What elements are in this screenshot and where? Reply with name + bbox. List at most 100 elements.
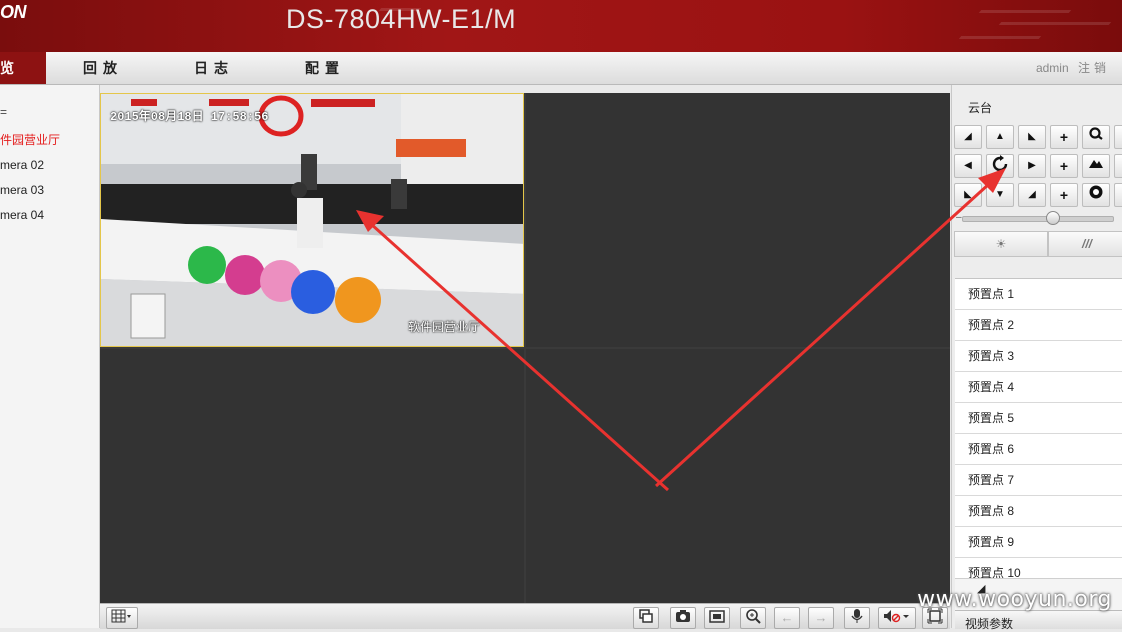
zoom-in-button[interactable]: + [1050, 125, 1078, 149]
arrow-down-right-icon: ◢ [1028, 189, 1036, 200]
ptz-speed-slider[interactable] [962, 216, 1114, 222]
arrow-left-icon: ← [780, 610, 794, 625]
header-decoration [998, 22, 1112, 25]
record-button[interactable] [704, 607, 730, 629]
zoom-in-icon [746, 609, 761, 624]
slider-min-icon: – [956, 212, 962, 223]
watermark-text: www.wooyun.org [917, 587, 1112, 612]
brand-logo: ON [0, 2, 27, 22]
ptz-auto-button[interactable] [986, 154, 1014, 178]
iris-button[interactable] [1082, 183, 1110, 207]
header-decoration [958, 36, 1042, 39]
preset-item-8[interactable]: 预置点 8 [955, 496, 1122, 527]
osd-timestamp: 2015年08月18日 17:58:56 [110, 107, 268, 124]
preset-item-1[interactable]: 预置点 1 [955, 279, 1122, 310]
wiper-icon: /// [1081, 237, 1092, 251]
video-pane-4[interactable] [526, 349, 950, 603]
capture-button[interactable] [670, 607, 696, 629]
arrow-left-icon: ◀ [964, 160, 972, 171]
camera-item-1[interactable]: 件园营业厅 [0, 129, 60, 151]
menu-preview[interactable]: 览 [0, 52, 46, 84]
video-pane-1[interactable]: 2015年08月18日 17:58:56 软件园营业厅 [100, 93, 524, 347]
light-icon: ☀ [995, 237, 1007, 251]
zoom-button[interactable] [740, 607, 766, 629]
light-button[interactable]: ☀ [954, 231, 1048, 257]
ptz-speed-slider-thumb[interactable] [1046, 211, 1060, 225]
film-icon [709, 610, 725, 623]
arrow-down-icon: ▼ [995, 189, 1005, 200]
video-frame [101, 94, 523, 346]
stop-all-button[interactable] [633, 607, 659, 629]
preset-item-6[interactable]: 预置点 6 [955, 434, 1122, 465]
zoom-button-icon[interactable] [1082, 125, 1110, 149]
preset-item-4[interactable]: 预置点 4 [955, 372, 1122, 403]
ptz-left-button[interactable]: ◀ [954, 154, 982, 178]
next-page-button[interactable]: → [808, 607, 834, 629]
preview-toolbar: ← → [100, 603, 950, 629]
ptz-up-left-button[interactable]: ◢ [954, 125, 982, 149]
arrow-down-left-icon: ◣ [964, 189, 972, 200]
iris-open-button[interactable]: + [1050, 183, 1078, 207]
camera-item-3[interactable]: mera 03 [0, 179, 44, 201]
layout-select-button[interactable] [106, 607, 138, 629]
ptz-title: 云台 [968, 101, 993, 115]
camera-item-2[interactable]: mera 02 [0, 154, 44, 176]
preset-item-3[interactable]: 预置点 3 [955, 341, 1122, 372]
ptz-down-button[interactable]: ▼ [986, 183, 1014, 207]
ptz-extra-button[interactable] [1114, 125, 1122, 149]
ptz-panel: 云台 ◢ ▲ ◣ + ◀ ▶ + ◣ ▼ ◢ + – ☀ /// 预置点 1 预… [951, 85, 1122, 631]
ptz-up-button[interactable]: ▲ [986, 125, 1014, 149]
menu-log[interactable]: 日志 [194, 52, 234, 84]
video-pane-3[interactable] [100, 349, 524, 603]
arrow-up-left-icon: ◢ [964, 131, 972, 142]
device-model-title: DS-7804HW-E1/M [286, 4, 517, 34]
ptz-extra-button[interactable] [1114, 183, 1122, 207]
ptz-extra-button[interactable] [1114, 154, 1122, 178]
username: admin [1035, 61, 1069, 75]
preset-item-9[interactable]: 预置点 9 [955, 527, 1122, 558]
preset-item-7[interactable]: 预置点 7 [955, 465, 1122, 496]
multi-window-icon [639, 609, 653, 623]
osd-channel-name: 软件园营业厅 [408, 320, 481, 334]
osd-timestamp-main: 2015年08月18日 17:5 [110, 110, 240, 124]
preset-item-2[interactable]: 预置点 2 [955, 310, 1122, 341]
plus-icon: + [1059, 158, 1069, 174]
audio-button[interactable] [878, 607, 916, 629]
talk-button[interactable] [844, 607, 870, 629]
plus-icon: + [1059, 187, 1069, 203]
video-params-tab[interactable]: 视频参数 [955, 610, 1122, 631]
header-decoration [978, 10, 1072, 13]
iris-icon [1089, 185, 1103, 199]
app-header: ON DS-7804HW-E1/M [0, 0, 1122, 52]
ptz-down-left-button[interactable]: ◣ [954, 183, 982, 207]
ptz-right-button[interactable]: ▶ [1018, 154, 1046, 178]
previous-page-button[interactable]: ← [774, 607, 800, 629]
video-pane-2[interactable] [526, 93, 950, 347]
menu-preview-label: 览 [0, 60, 14, 76]
camera-item-4[interactable]: mera 04 [0, 204, 44, 226]
camera-list-header: = [0, 105, 8, 119]
wiper-button[interactable]: /// [1048, 231, 1122, 257]
arrow-right-icon: ▶ [1028, 160, 1036, 171]
preset-item-5[interactable]: 预置点 5 [955, 403, 1122, 434]
main-menu-bar: 览 回放 日志 配置 admin 注销 [0, 52, 1122, 85]
camera-icon [676, 610, 690, 622]
user-bar: admin 注销 [1030, 52, 1110, 84]
arrow-up-icon: ▲ [995, 131, 1005, 142]
video-grid: 2015年08月18日 17:58:56 软件园营业厅 [100, 93, 950, 603]
camera-list-panel: = 件园营业厅 mera 02 mera 03 mera 04 [0, 85, 100, 628]
menu-playback[interactable]: 回放 [83, 52, 123, 84]
ptz-up-right-button[interactable]: ◣ [1018, 125, 1046, 149]
focus-button[interactable] [1082, 154, 1110, 178]
ptz-down-right-button[interactable]: ◢ [1018, 183, 1046, 207]
grid-layout-icon [111, 609, 131, 623]
mountain-icon [1089, 160, 1103, 168]
preset-item-10[interactable]: 预置点 10 [955, 558, 1122, 579]
arrow-right-icon: → [814, 610, 828, 625]
focus-near-button[interactable]: + [1050, 154, 1078, 178]
menu-config[interactable]: 配置 [305, 52, 345, 84]
plus-icon: + [1059, 129, 1069, 145]
auto-rotate-icon [992, 155, 1008, 172]
preset-list: 预置点 1 预置点 2 预置点 3 预置点 4 预置点 5 预置点 6 预置点 … [955, 278, 1122, 579]
logout-link[interactable]: 注销 [1078, 61, 1110, 75]
